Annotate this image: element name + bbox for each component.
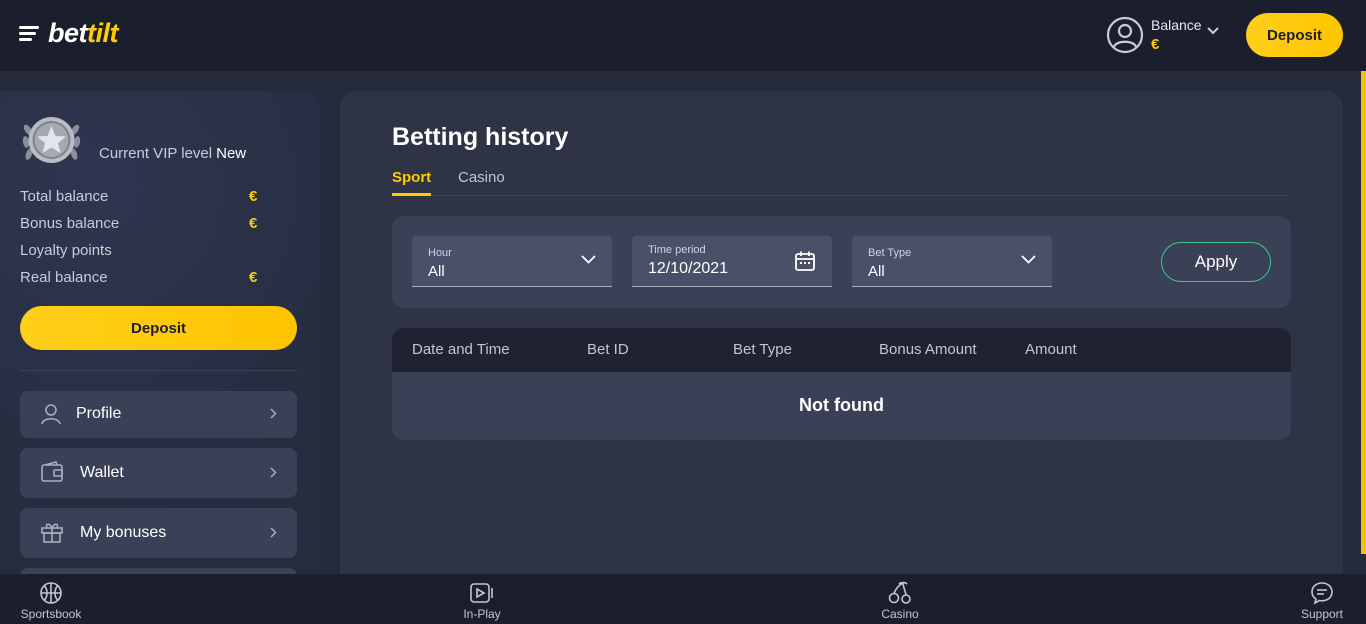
balance-row-value: € — [249, 188, 258, 205]
vip-level-text: Current VIP level New — [99, 145, 246, 162]
apply-button[interactable]: Apply — [1161, 242, 1271, 282]
wallet-icon — [41, 461, 63, 482]
nav-casino[interactable]: Casino — [876, 581, 924, 621]
hour-select-value: All — [428, 263, 445, 280]
account-sidebar: Current VIP level New Total balance € Bon… — [0, 91, 320, 581]
bets-table: Date and Time Bet ID Bet Type Bonus Amou… — [392, 328, 1291, 440]
sidebar-item-profile[interactable]: Profile — [20, 391, 297, 438]
chevron-right-icon — [270, 527, 277, 538]
sidebar-item-label: My bonuses — [80, 524, 167, 541]
top-header: bettilt Balance € Deposit — [0, 0, 1366, 71]
nav-label: Sportsbook — [20, 607, 82, 621]
nav-sportsbook[interactable]: Sportsbook — [18, 581, 84, 621]
logo[interactable]: bettilt — [48, 18, 119, 49]
balance-row-value: € — [249, 269, 258, 286]
tab-sport[interactable]: Sport — [392, 169, 432, 196]
play-icon — [470, 583, 493, 603]
hour-select-label: Hour — [428, 247, 452, 259]
balance-row-value: € — [249, 215, 258, 232]
menu-icon[interactable] — [19, 26, 39, 42]
balance-row-bonus: Bonus balance € — [20, 215, 260, 232]
vip-badge-icon — [22, 117, 81, 163]
filter-panel: Hour All Time period 12/10/2021 Bet Type… — [392, 216, 1291, 308]
column-header-bonus-amount: Bonus Amount — [879, 341, 977, 358]
time-period-value: 12/10/2021 — [648, 260, 729, 277]
column-header-bet-id: Bet ID — [587, 341, 629, 358]
tab-casino[interactable]: Casino — [458, 169, 505, 196]
vip-level-prefix: Current VIP level — [99, 145, 213, 162]
nav-in-play[interactable]: In-Play — [456, 581, 508, 621]
balance-label: Balance — [1151, 17, 1202, 33]
balance-row-real: Real balance € — [20, 269, 260, 286]
column-header-date-time: Date and Time — [412, 341, 510, 358]
column-header-bet-type: Bet Type — [733, 341, 792, 358]
chevron-down-icon — [1207, 27, 1219, 35]
column-header-amount: Amount — [1025, 341, 1077, 358]
time-period-field[interactable]: Time period 12/10/2021 — [632, 236, 832, 287]
empty-state-message: Not found — [799, 395, 884, 415]
nav-label: Support — [1300, 607, 1344, 621]
table-header: Date and Time Bet ID Bet Type Bonus Amou… — [392, 328, 1291, 372]
tab-bar: Sport Casino — [392, 169, 1290, 196]
user-circle-icon — [1106, 16, 1144, 54]
chevron-down-icon — [581, 255, 596, 264]
balance-row-label: Total balance — [20, 188, 109, 205]
divider — [20, 370, 297, 371]
nav-support[interactable]: Support — [1296, 581, 1348, 621]
sidebar-deposit-button[interactable]: Deposit — [20, 306, 297, 350]
betting-history-panel: Betting history Sport Casino Hour All Ti… — [340, 91, 1343, 581]
logo-text-tilt: tilt — [87, 18, 119, 48]
chat-icon — [1311, 582, 1333, 605]
hour-select[interactable]: Hour All — [412, 236, 612, 287]
calendar-icon[interactable] — [794, 250, 816, 272]
bet-type-select-label: Bet Type — [868, 247, 912, 259]
sidebar-item-label: Profile — [76, 405, 122, 422]
user-icon — [41, 404, 61, 425]
balance-row-total: Total balance € — [20, 188, 260, 205]
time-period-label: Time period — [648, 244, 706, 256]
bottom-navigation: Sportsbook In-Play Casino Support — [0, 574, 1366, 624]
chevron-right-icon — [270, 408, 277, 419]
page-title: Betting history — [392, 123, 569, 151]
chevron-right-icon — [270, 467, 277, 478]
gift-icon — [41, 523, 63, 543]
sidebar-item-wallet[interactable]: Wallet — [20, 448, 297, 498]
balance-row-label: Real balance — [20, 269, 108, 286]
scrollbar[interactable] — [1361, 71, 1366, 554]
nav-label: In-Play — [463, 607, 501, 621]
nav-label: Casino — [881, 607, 919, 621]
balance-value: € — [1151, 36, 1160, 53]
bet-type-select-value: All — [868, 263, 885, 280]
header-deposit-button[interactable]: Deposit — [1246, 13, 1343, 57]
cherries-icon — [888, 581, 911, 604]
logo-text-bet: bet — [48, 18, 88, 48]
balance-row-label: Loyalty points — [20, 242, 112, 259]
sidebar-item-my-bonuses[interactable]: My bonuses — [20, 508, 297, 558]
balance-row-label: Bonus balance — [20, 215, 120, 232]
balance-dropdown[interactable]: Balance € — [1106, 15, 1226, 55]
balance-row-loyalty: Loyalty points — [20, 242, 260, 259]
basketball-icon — [40, 582, 62, 604]
sidebar-item-label: Wallet — [80, 464, 124, 481]
chevron-down-icon — [1021, 255, 1036, 264]
bet-type-select[interactable]: Bet Type All — [852, 236, 1052, 287]
vip-level-value: New — [216, 145, 247, 162]
